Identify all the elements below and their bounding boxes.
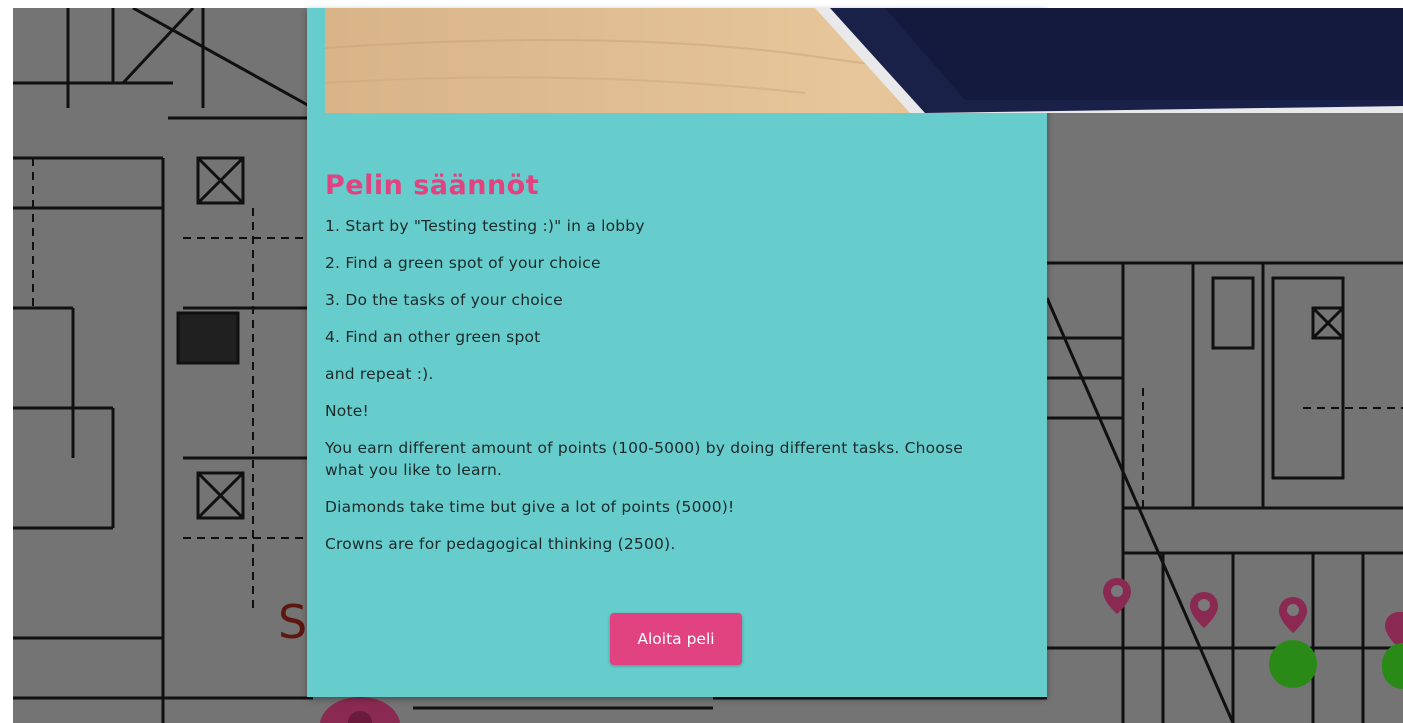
green-spot-icon[interactable] — [1269, 640, 1317, 688]
map-pin-icon[interactable] — [320, 697, 400, 723]
rule-line: 1. Start by "Testing testing :)" in a lo… — [325, 217, 645, 235]
rule-line: 4. Find an other green spot — [325, 328, 541, 346]
page: S Pelin säännöt 1. Start by "Testing tes… — [0, 0, 1403, 723]
rule-line: and repeat :). — [325, 365, 434, 383]
rule-line: Note! — [325, 402, 369, 420]
header-photo — [325, 8, 1403, 113]
header-photo-image — [325, 8, 1403, 113]
rule-line: Diamonds take time but give a lot of poi… — [325, 498, 735, 516]
map-pin-icon[interactable] — [1276, 595, 1310, 635]
rules-title: Pelin säännöt — [325, 170, 540, 201]
start-game-button[interactable]: Aloita peli — [610, 613, 742, 665]
rule-line: You earn different amount of points (100… — [325, 439, 964, 479]
map-pin-icon[interactable] — [1187, 590, 1221, 630]
rule-line: Crowns are for pedagogical thinking (250… — [325, 535, 676, 553]
rule-line: 2. Find a green spot of your choice — [325, 254, 601, 272]
map-pin-icon[interactable] — [1100, 576, 1134, 616]
rules-content: Pelin säännöt 1. Start by "Testing testi… — [325, 170, 1025, 570]
rule-line: 3. Do the tasks of your choice — [325, 291, 563, 309]
